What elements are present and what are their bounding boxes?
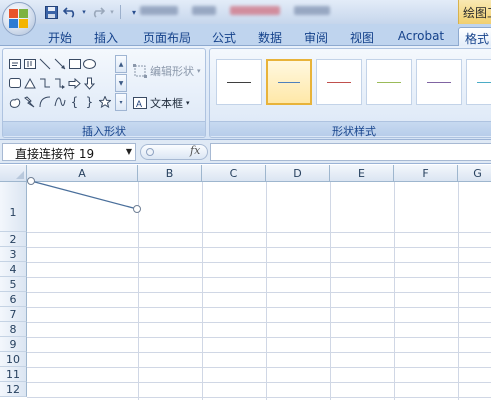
title-bar: ▾ ▾ ▾ 绘图工具	[0, 0, 491, 24]
elbow-arrow-shape-icon[interactable]	[52, 74, 67, 92]
textbox-icon: A	[133, 96, 147, 110]
shape-style-thumb[interactable]	[466, 59, 491, 105]
vertical-textbox-shape-icon[interactable]	[22, 55, 37, 73]
tab-acrobat[interactable]: Acrobat	[392, 27, 450, 46]
tab-formulas[interactable]: 公式	[206, 27, 242, 46]
qat-separator	[120, 5, 121, 19]
gallery-up-icon[interactable]: ▲	[115, 55, 127, 73]
edit-shape-dropdown-icon: ▾	[197, 67, 201, 75]
tab-review[interactable]: 审阅	[298, 27, 334, 46]
shapes-gallery-scroll: ▲ ▼ ▾	[115, 55, 127, 111]
redo-icon[interactable]	[90, 4, 106, 20]
worksheet[interactable]: A B C D E F G 1 2 3 4 5 6 7 8 9 10 11 12	[0, 165, 491, 400]
gallery-more-icon[interactable]: ▾	[115, 93, 127, 111]
triangle-shape-icon[interactable]	[22, 74, 37, 92]
shape-style-thumb[interactable]	[416, 59, 462, 105]
name-box[interactable]: 直接连接符 19 ▼	[2, 143, 136, 161]
drawing-tools-context-label: 绘图工具	[458, 0, 491, 24]
shape-styles-group: 形状样式	[209, 48, 491, 138]
textbox-label: 文本框	[150, 97, 183, 110]
shape-style-thumb[interactable]	[316, 59, 362, 105]
style-line-2	[327, 82, 351, 83]
tab-data[interactable]: 数据	[252, 27, 288, 46]
window-title-blurred	[140, 6, 330, 15]
splitter-grip-icon	[146, 148, 154, 156]
right-brace-shape-icon[interactable]: }	[82, 93, 97, 111]
line-shape-icon[interactable]	[37, 55, 52, 73]
name-box-value: 直接连接符 19	[15, 147, 95, 161]
formula-bar: 直接连接符 19 ▼ fx	[0, 140, 491, 164]
insert-function-icon[interactable]: fx	[190, 144, 200, 157]
straight-connector-shape[interactable]	[0, 165, 491, 400]
office-button[interactable]	[2, 2, 36, 36]
edit-shape-label: 编辑形状	[150, 65, 194, 78]
name-box-dropdown-icon[interactable]: ▼	[126, 147, 132, 156]
tab-format[interactable]: 格式	[458, 27, 491, 46]
redo-dropdown-icon[interactable]: ▾	[109, 4, 115, 20]
formula-input[interactable]	[210, 143, 491, 161]
style-line-5	[477, 82, 491, 83]
quick-access-toolbar: ▾ ▾ ▾	[40, 3, 142, 21]
rounded-rect-shape-icon[interactable]	[7, 74, 22, 92]
star-shape-icon[interactable]	[97, 93, 112, 111]
ribbon-tab-bar: 开始 插入 页面布局 公式 数据 审阅 视图 Acrobat 格式	[0, 24, 491, 46]
style-line-0	[227, 82, 251, 83]
style-line-4	[427, 82, 451, 83]
edit-shape-button[interactable]: 编辑形状 ▾	[133, 63, 201, 79]
freeform-shape-icon[interactable]	[7, 93, 22, 111]
tab-home[interactable]: 开始	[40, 27, 80, 46]
style-line-3	[377, 82, 401, 83]
edit-shape-icon	[133, 64, 147, 78]
right-arrow-shape-icon[interactable]	[67, 74, 82, 92]
svg-text:A: A	[136, 99, 142, 109]
left-brace-shape-icon[interactable]: {	[67, 93, 82, 111]
insert-shapes-group: { } ▲ ▼ ▾ 编辑形状 ▾ A 文本框 ▾ 插入形状	[2, 48, 206, 138]
undo-dropdown-icon[interactable]: ▾	[81, 4, 87, 20]
elbow-connector-shape-icon[interactable]	[37, 74, 52, 92]
lightning-shape-icon[interactable]	[22, 93, 37, 111]
save-icon[interactable]	[43, 4, 59, 20]
ribbon: { } ▲ ▼ ▾ 编辑形状 ▾ A 文本框 ▾ 插入形状 形状样式	[0, 46, 491, 140]
tab-view[interactable]: 视图	[344, 27, 380, 46]
curve-shape-icon[interactable]	[52, 93, 67, 111]
tab-page-layout[interactable]: 页面布局	[138, 27, 196, 46]
shape-style-thumb[interactable]	[266, 59, 312, 105]
shape-style-thumb[interactable]	[216, 59, 262, 105]
down-arrow-shape-icon[interactable]	[82, 74, 97, 92]
gallery-down-icon[interactable]: ▼	[115, 74, 127, 92]
shape-style-thumb[interactable]	[366, 59, 412, 105]
textbox-button[interactable]: A 文本框 ▾	[133, 95, 190, 111]
textbox-shape-icon[interactable]	[7, 55, 22, 73]
textbox-dropdown-icon: ▾	[186, 99, 190, 107]
oval-shape-icon[interactable]	[82, 55, 97, 73]
shapes-gallery: { }	[7, 55, 115, 111]
shape-styles-group-label: 形状样式	[210, 121, 491, 138]
style-line-1	[278, 82, 300, 83]
rectangle-shape-icon[interactable]	[67, 55, 82, 73]
insert-shapes-group-label: 插入形状	[3, 121, 205, 138]
arc-shape-icon[interactable]	[37, 93, 52, 111]
arrow-line-shape-icon[interactable]	[52, 55, 67, 73]
undo-icon[interactable]	[62, 4, 78, 20]
office-logo-icon	[9, 9, 29, 29]
tab-insert[interactable]: 插入	[86, 27, 126, 46]
